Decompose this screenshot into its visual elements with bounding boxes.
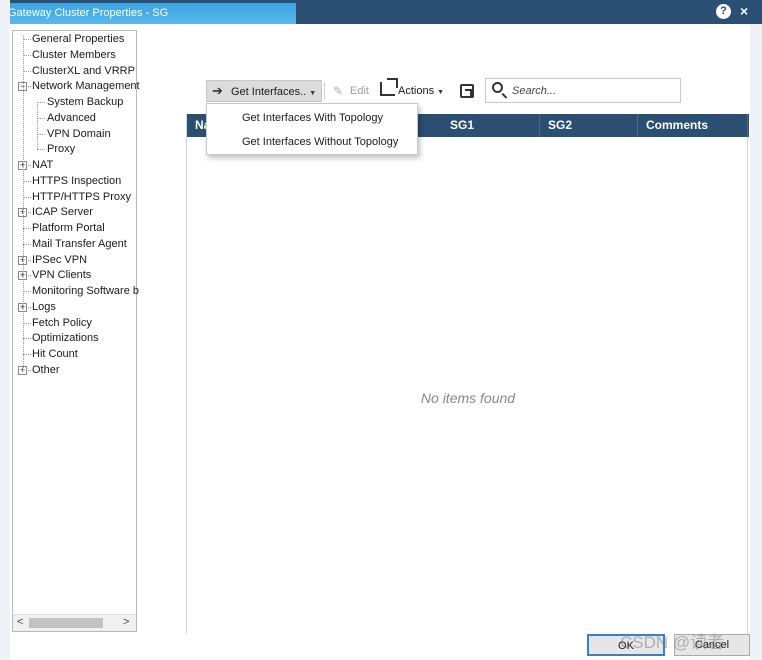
actions-label: Actions <box>398 85 435 97</box>
tree-connector <box>37 117 45 119</box>
tree-item[interactable]: VPN Clients <box>32 268 91 283</box>
background-app-right <box>750 24 762 660</box>
search-input[interactable] <box>512 82 672 99</box>
tree-connector <box>23 291 31 292</box>
get-interfaces-button[interactable]: ➔ Get Interfaces.. ▼ <box>206 80 322 102</box>
column-header-sg2[interactable]: SG2 <box>540 114 638 137</box>
tree-connector <box>23 35 24 370</box>
scroll-right-icon[interactable]: > <box>123 616 129 628</box>
empty-state-message: No items found <box>420 390 516 406</box>
category-tree: < > General Properties Cluster Members Clu… <box>12 30 140 632</box>
tree-item[interactable]: Network Management <box>32 79 140 94</box>
tree-item[interactable]: Fetch Policy <box>32 316 92 331</box>
tree-item[interactable]: Optimizations <box>32 331 99 346</box>
tree-item[interactable]: Monitoring Software b <box>32 284 139 299</box>
toolbar-divider <box>324 82 325 100</box>
tree-item[interactable]: Advanced <box>47 111 96 126</box>
actions-button[interactable]: Actions ▼ <box>378 78 448 102</box>
title-bar: Gateway Cluster Properties - SG ? × <box>0 0 762 24</box>
tree-connector <box>23 196 31 198</box>
tree-connector <box>23 322 31 324</box>
tree-item[interactable]: HTTP/HTTPS Proxy <box>32 190 131 205</box>
tree-item[interactable]: ClusterXL and VRRP <box>32 64 135 79</box>
search-box[interactable] <box>485 78 681 103</box>
tree-item[interactable]: Platform Portal <box>32 221 105 236</box>
tree-connector <box>23 354 31 355</box>
tree-connector <box>23 243 31 245</box>
tree-item[interactable]: HTTPS Inspection <box>32 174 121 189</box>
chevron-down-icon: ▼ <box>437 89 445 96</box>
tree-item[interactable]: NAT <box>32 158 53 173</box>
chevron-down-icon: ▼ <box>309 90 317 97</box>
open-in-window-button[interactable] <box>456 80 478 102</box>
get-interfaces-icon: ➔ <box>212 83 223 98</box>
column-header-comments[interactable]: Comments <box>638 114 748 137</box>
tree-connector <box>23 54 31 56</box>
tree-horizontal-scrollbar[interactable]: < > <box>13 614 136 631</box>
get-interfaces-menu: Get Interfaces With Topology Get Interfa… <box>206 103 418 155</box>
tree-item[interactable]: Hit Count <box>32 347 78 362</box>
edit-button[interactable]: ✎ Edit <box>328 80 372 102</box>
properties-dialog: < > General Properties Cluster Members Clu… <box>10 24 750 660</box>
scroll-thumb[interactable] <box>29 618 103 628</box>
tree-item[interactable]: General Properties <box>32 32 124 47</box>
background-app-left <box>0 0 10 660</box>
scroll-left-icon[interactable]: < <box>17 616 23 628</box>
tree-connector <box>23 180 31 182</box>
tree-item[interactable]: System Backup <box>47 95 123 110</box>
help-icon[interactable]: ? <box>716 4 731 19</box>
tree-connector <box>37 102 38 150</box>
tree-item[interactable]: Logs <box>32 300 56 315</box>
tree-connector <box>23 228 31 229</box>
tree-item[interactable]: ICAP Server <box>32 205 93 220</box>
tree-connector <box>37 102 45 103</box>
menu-item-with-topology[interactable]: Get Interfaces With Topology <box>207 106 417 130</box>
popout-icon <box>460 84 474 98</box>
edit-label: Edit <box>350 85 369 97</box>
get-interfaces-label: Get Interfaces.. <box>231 86 307 98</box>
menu-item-without-topology[interactable]: Get Interfaces Without Topology <box>207 130 417 154</box>
tree-item[interactable]: Proxy <box>47 142 75 157</box>
tree-connector <box>37 133 45 135</box>
watermark: CSDN @读者 <box>620 633 725 652</box>
close-icon[interactable]: × <box>740 3 748 19</box>
tree-item[interactable]: Other <box>32 363 60 378</box>
window-title: Gateway Cluster Properties - SG <box>8 7 169 19</box>
search-icon <box>492 82 503 93</box>
tree-item[interactable]: Cluster Members <box>32 48 116 63</box>
tree-item[interactable]: VPN Domain <box>47 127 111 142</box>
tree-item[interactable]: IPSec VPN <box>32 253 87 268</box>
tree-connector <box>23 338 31 340</box>
interfaces-table: Na SG1 SG2 Comments No items found <box>186 114 749 634</box>
tree-connector <box>37 149 45 151</box>
column-header-sg1[interactable]: SG1 <box>442 114 540 137</box>
pencil-icon: ✎ <box>333 84 344 98</box>
tree-connector <box>23 39 31 40</box>
tree-item[interactable]: Mail Transfer Agent <box>32 237 127 252</box>
tree-connector <box>23 70 31 72</box>
actions-icon <box>380 78 398 96</box>
